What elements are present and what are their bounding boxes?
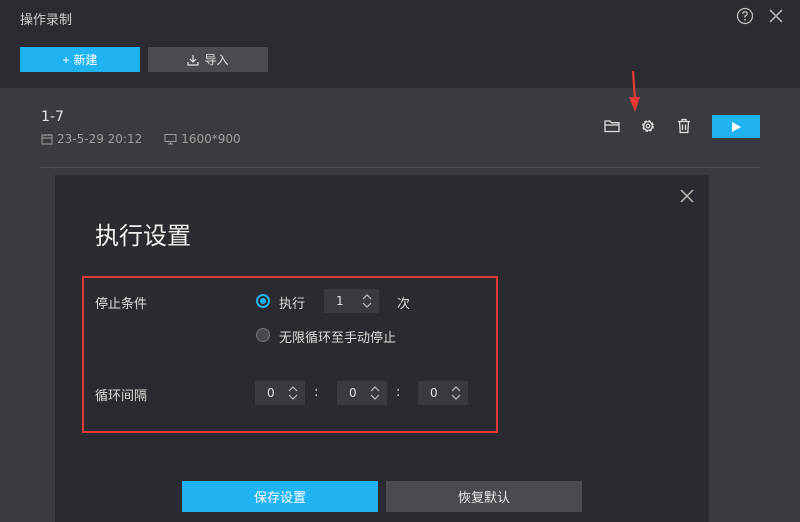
download-icon — [187, 54, 200, 66]
recording-date: 23-5-29 20:12 — [57, 132, 143, 146]
import-label: 导入 — [204, 53, 229, 67]
execute-count-stepper[interactable]: 1 — [324, 289, 379, 313]
recording-name: 1-7 — [41, 109, 64, 125]
divider — [40, 167, 760, 168]
loop-interval-label: 循环间隔 — [95, 389, 148, 404]
interval-hours-value: 0 — [267, 386, 275, 400]
folder-icon[interactable] — [603, 117, 621, 135]
new-label: 新建 — [73, 53, 98, 67]
interval-hours-stepper[interactable]: 0 — [255, 381, 305, 405]
help-icon[interactable] — [736, 7, 754, 25]
infinite-loop-radio[interactable] — [256, 328, 270, 342]
play-icon — [732, 121, 741, 132]
calendar-icon — [41, 134, 53, 145]
gear-icon[interactable] — [639, 117, 657, 135]
recording-meta: 23-5-29 20:12 1600*900 — [41, 132, 241, 146]
execute-settings-dialog: 执行设置 停止条件 执行 1 次 无限循环至手动停止 循环间隔 0 : 0 : … — [55, 175, 709, 522]
execute-label: 执行 — [279, 297, 306, 312]
restore-default-button[interactable]: 恢复默认 — [386, 481, 582, 512]
interval-minutes-value: 0 — [349, 386, 357, 400]
stepper-arrows-icon[interactable] — [359, 291, 375, 311]
red-arrow-annotation — [629, 70, 640, 112]
new-button[interactable]: + 新建 — [20, 47, 140, 72]
stepper-arrows-icon[interactable] — [448, 383, 464, 403]
infinite-loop-label: 无限循环至手动停止 — [279, 331, 397, 346]
play-button[interactable] — [712, 115, 760, 138]
recording-resolution: 1600*900 — [181, 132, 241, 146]
interval-seconds-value: 0 — [430, 386, 438, 400]
title-bar: 操作录制 + 新建 导入 — [0, 0, 800, 88]
stop-condition-label: 停止条件 — [95, 297, 148, 312]
execute-radio[interactable] — [256, 294, 270, 308]
colon-separator: : — [396, 385, 401, 400]
stepper-arrows-icon[interactable] — [285, 383, 301, 403]
plus-icon: + — [62, 52, 70, 67]
save-settings-button[interactable]: 保存设置 — [182, 481, 378, 512]
dialog-title: 执行设置 — [95, 222, 191, 250]
stepper-arrows-icon[interactable] — [367, 383, 383, 403]
interval-minutes-stepper[interactable]: 0 — [337, 381, 387, 405]
execute-count-value: 1 — [336, 294, 344, 308]
dialog-close-icon[interactable] — [678, 187, 696, 205]
interval-seconds-stepper[interactable]: 0 — [418, 381, 468, 405]
trash-icon[interactable] — [675, 117, 693, 135]
app-title: 操作录制 — [20, 13, 73, 28]
close-icon[interactable] — [767, 7, 785, 25]
monitor-icon — [164, 134, 177, 145]
colon-separator: : — [314, 385, 319, 400]
times-unit-label: 次 — [397, 297, 411, 312]
import-button[interactable]: 导入 — [148, 47, 268, 72]
